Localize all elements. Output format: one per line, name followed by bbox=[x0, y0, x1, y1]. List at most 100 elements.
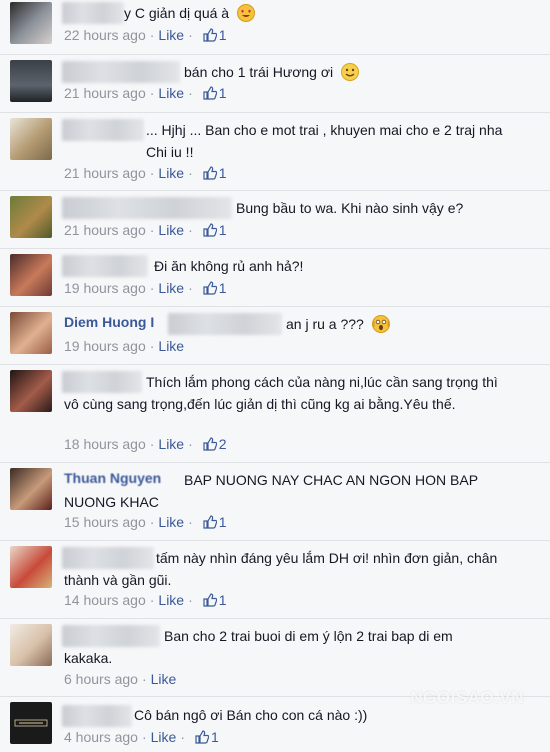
author-name-blurred[interactable] bbox=[62, 197, 232, 219]
author-name-blurred[interactable] bbox=[62, 61, 180, 83]
heart-eyes-emoji bbox=[236, 4, 255, 22]
comment-text: bán cho 1 trái Hương ơi bbox=[184, 64, 334, 80]
comment-item: bán cho 1 trái Hương ơi 21 hours ago · Lik… bbox=[0, 60, 550, 110]
comment-text: Thích lắm phong cách của nàng ni,lúc cần… bbox=[64, 374, 498, 412]
thumbs-up-icon[interactable] bbox=[203, 437, 217, 451]
comment-text-wrap: y C giản dị quá à bbox=[124, 2, 524, 24]
comment-meta: 22 hours ago · Like · 1 bbox=[64, 27, 227, 43]
like-count: 1 bbox=[218, 592, 227, 608]
like-link[interactable]: Like bbox=[158, 338, 184, 354]
author-name-blurred[interactable] bbox=[62, 119, 144, 141]
thumbs-up-icon[interactable] bbox=[195, 730, 209, 744]
comment-text: an j ru a ??? bbox=[286, 316, 364, 332]
avatar[interactable] bbox=[10, 312, 52, 354]
thumbs-up-icon[interactable] bbox=[203, 166, 217, 180]
avatar[interactable] bbox=[10, 370, 52, 412]
comment-meta: 21 hours ago · Like · 1 bbox=[64, 165, 227, 181]
comment-feed: y C giản dị quá à 22 hours ago · Like · 1 bá… bbox=[0, 0, 550, 752]
thumbs-up-icon[interactable] bbox=[203, 281, 217, 295]
timestamp[interactable]: 19 hours ago bbox=[64, 338, 146, 354]
comment-text: y C giản dị quá à bbox=[124, 5, 230, 21]
author-name-blurred[interactable] bbox=[62, 2, 124, 24]
avatar[interactable] bbox=[10, 546, 52, 588]
thumbs-up-icon[interactable] bbox=[203, 593, 217, 607]
like-link[interactable]: Like bbox=[158, 27, 184, 43]
timestamp[interactable]: 19 hours ago bbox=[64, 280, 146, 296]
like-count: 1 bbox=[218, 165, 227, 181]
author-name-blurred[interactable] bbox=[62, 255, 148, 277]
author-name-blurred[interactable] bbox=[168, 313, 282, 335]
like-link[interactable]: Like bbox=[158, 436, 184, 452]
like-count: 1 bbox=[218, 27, 227, 43]
like-count: 1 bbox=[218, 222, 227, 238]
comment-item: Cô bán ngô ơi Bán cho con cá nào :)) 4 h… bbox=[0, 702, 550, 752]
comment-text: Bung bầu to wa. Khi nào sinh vậy e? bbox=[236, 200, 464, 216]
timestamp[interactable]: 18 hours ago bbox=[64, 436, 146, 452]
timestamp[interactable]: 21 hours ago bbox=[64, 85, 146, 101]
like-link[interactable]: Like bbox=[158, 85, 184, 101]
comment-item: y C giản dị quá à 22 hours ago · Like · 1 bbox=[0, 0, 550, 52]
avatar[interactable] bbox=[10, 624, 52, 666]
avatar[interactable] bbox=[10, 60, 52, 102]
author-name-blurred[interactable] bbox=[62, 705, 132, 727]
comment-text: BAP NUONG NAY CHAC AN NGON HON BAP NUONG… bbox=[64, 472, 478, 510]
comment-meta: 18 hours ago · Like · 2 bbox=[64, 436, 227, 452]
logo-icon bbox=[14, 719, 48, 727]
comment-text-wrap: an j ru a ??? bbox=[286, 313, 526, 335]
comment-item: Diem Huong I an j ru a ??? 19 hours ago ·… bbox=[0, 312, 550, 362]
comment-item: Bung bầu to wa. Khi nào sinh vậy e? 21 h… bbox=[0, 196, 550, 246]
like-link[interactable]: Like bbox=[158, 514, 184, 530]
like-link[interactable]: Like bbox=[158, 222, 184, 238]
avatar[interactable] bbox=[10, 2, 52, 44]
timestamp[interactable]: 21 hours ago bbox=[64, 222, 146, 238]
like-count: 1 bbox=[218, 280, 227, 296]
thumbs-up-icon[interactable] bbox=[203, 86, 217, 100]
avatar[interactable] bbox=[10, 468, 52, 510]
comment-meta: 6 hours ago · Like bbox=[64, 671, 177, 687]
comment-item: tấm này nhìn đáng yêu lắm DH ơi! nhìn đơ… bbox=[0, 546, 550, 616]
timestamp[interactable]: 14 hours ago bbox=[64, 592, 146, 608]
like-count: 1 bbox=[210, 729, 219, 745]
timestamp[interactable]: 6 hours ago bbox=[64, 671, 138, 687]
timestamp[interactable]: 15 hours ago bbox=[64, 514, 146, 530]
comment-item: ... Hjhj ... Ban cho e mot trai , khuyen… bbox=[0, 118, 550, 188]
watermark: NGOISAO.VN bbox=[410, 688, 524, 707]
comment-text-wrap: bán cho 1 trái Hương ơi bbox=[184, 61, 524, 83]
timestamp[interactable]: 4 hours ago bbox=[64, 729, 138, 745]
comment-text: Đi ăn không rủ anh hả?! bbox=[154, 258, 304, 274]
comment-item: Thuan Nguyen BAP NUONG NAY CHAC AN NGON … bbox=[0, 468, 550, 538]
comment-item: Thích lắm phong cách của nàng ni,lúc cần… bbox=[0, 370, 550, 460]
like-count: 2 bbox=[218, 436, 227, 452]
comment-meta: 14 hours ago · Like · 1 bbox=[64, 592, 227, 608]
comment-meta: 21 hours ago · Like · 1 bbox=[64, 222, 227, 238]
author-name[interactable]: Diem Huong I bbox=[64, 314, 154, 330]
avatar[interactable] bbox=[10, 254, 52, 296]
comment-item: Ban cho 2 trai buoi di em ý lộn 2 trai b… bbox=[0, 624, 550, 694]
scream-emoji bbox=[371, 315, 390, 333]
comment-text: ... Hjhj ... Ban cho e mot trai , khuyen… bbox=[146, 122, 503, 160]
comment-item: Đi ăn không rủ anh hả?! 19 hours ago · Lik… bbox=[0, 254, 550, 304]
like-link[interactable]: Like bbox=[158, 280, 184, 296]
like-count: 1 bbox=[218, 85, 227, 101]
comment-text: Ban cho 2 trai buoi di em ý lộn 2 trai b… bbox=[64, 628, 453, 666]
avatar-logo[interactable] bbox=[10, 702, 52, 744]
like-count: 1 bbox=[218, 514, 227, 530]
timestamp[interactable]: 21 hours ago bbox=[64, 165, 146, 181]
avatar[interactable] bbox=[10, 196, 52, 238]
thumbs-up-icon[interactable] bbox=[203, 223, 217, 237]
thumbs-up-icon[interactable] bbox=[203, 28, 217, 42]
comment-text: tấm này nhìn đáng yêu lắm DH ơi! nhìn đơ… bbox=[64, 550, 498, 588]
like-link[interactable]: Like bbox=[158, 165, 184, 181]
timestamp[interactable]: 22 hours ago bbox=[64, 27, 146, 43]
smile-emoji bbox=[341, 63, 360, 81]
comment-meta: 21 hours ago · Like · 1 bbox=[64, 85, 227, 101]
comment-meta: 15 hours ago · Like · 1 bbox=[64, 514, 227, 530]
like-link[interactable]: Like bbox=[151, 729, 177, 745]
like-link[interactable]: Like bbox=[158, 592, 184, 608]
comment-meta: 19 hours ago · Like bbox=[64, 338, 185, 354]
comment-meta: 4 hours ago · Like · 1 bbox=[64, 729, 219, 745]
comment-meta: 19 hours ago · Like · 1 bbox=[64, 280, 227, 296]
like-link[interactable]: Like bbox=[151, 671, 177, 687]
thumbs-up-icon[interactable] bbox=[203, 515, 217, 529]
avatar[interactable] bbox=[10, 118, 52, 160]
